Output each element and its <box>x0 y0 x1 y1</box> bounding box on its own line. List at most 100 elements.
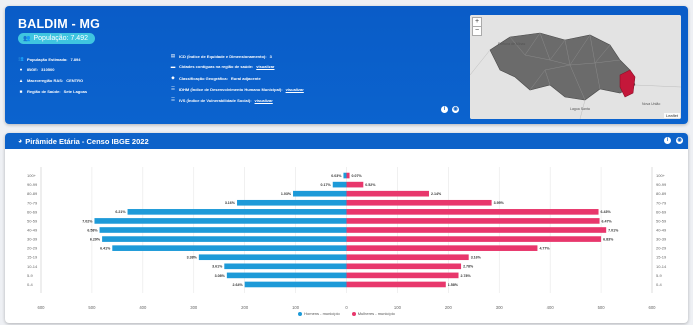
bar-men-label: 3.38% <box>187 256 198 260</box>
municipality-card: BALDIM - MG 👥 População: 7.492 👥 Populaçã… <box>5 6 688 124</box>
y-tick-label-left: 30-39 <box>27 237 38 242</box>
y-tick-label-left: 20-29 <box>27 246 38 251</box>
info-left-row-value: Sete Lagoas <box>63 89 88 94</box>
bar-women-label: 6.83% <box>603 237 614 241</box>
bar-men[interactable] <box>94 218 347 224</box>
map-canvas: Fortuna de Minas Lagoa Santa Nova União <box>470 15 681 119</box>
bar-women[interactable] <box>346 199 492 206</box>
y-tick-label-left: 0-4 <box>27 282 34 287</box>
map-label-a: Fortuna de Minas <box>498 42 525 46</box>
y-tick-label-right: 10-14 <box>656 264 667 269</box>
municipality-map[interactable]: Fortuna de Minas Lagoa Santa Nova União … <box>470 15 681 119</box>
info-right-row-link[interactable]: visualizar <box>286 87 304 92</box>
pyramid-info-icon[interactable]: i <box>664 137 671 144</box>
info-left-row-value: 7.894 <box>70 56 81 62</box>
info-right-row-icon: ☰ <box>170 97 176 102</box>
bar-men[interactable] <box>198 254 347 261</box>
bar-women[interactable] <box>346 272 459 279</box>
map-label-c: Nova União <box>642 102 660 106</box>
bar-women[interactable] <box>346 218 600 224</box>
info-right-row-value: 3 <box>269 53 272 59</box>
bar-men[interactable] <box>226 272 347 279</box>
chart-pie-icon: ◕ <box>18 138 23 145</box>
info-right-row-label: ICD (Índice de Equidade e Dimensionament… <box>179 53 267 59</box>
y-tick-label-right: 90-99 <box>656 182 667 187</box>
y-tick-label-right: 80-89 <box>656 191 667 196</box>
info-left-row-value: CENTRO <box>66 78 84 83</box>
bar-women[interactable] <box>346 254 469 261</box>
y-tick-label-right: 100+ <box>656 173 666 178</box>
y-tick-label-left: 100+ <box>27 173 37 178</box>
y-tick-label-left: 60-69 <box>27 209 38 214</box>
y-tick-label-left: 90-99 <box>27 182 38 187</box>
info-left-row-label: IBGE: <box>27 67 39 72</box>
info-left-row-label: População Estimada: <box>27 56 68 62</box>
pyramid-visibility-icon[interactable]: ◉ <box>676 137 683 144</box>
legend-men-label: Homens - município <box>304 311 340 316</box>
bar-women[interactable] <box>346 181 364 188</box>
bar-women[interactable] <box>346 263 462 270</box>
bar-women[interactable] <box>346 209 599 215</box>
y-tick-label-left: 50-59 <box>27 218 38 223</box>
bar-women[interactable] <box>346 236 602 242</box>
info-right-row: ☰ IVS (Índice de Vulnerabilidade Social):… <box>170 97 273 103</box>
bar-women[interactable] <box>346 227 607 233</box>
bar-men[interactable] <box>127 209 347 215</box>
y-tick-label-left: 80-89 <box>27 191 38 196</box>
legend-men[interactable]: Homens - município <box>298 311 340 316</box>
x-tick-label: 300 <box>496 305 504 309</box>
bar-men[interactable] <box>332 181 347 188</box>
map-zoom-out-button[interactable]: − <box>472 26 482 36</box>
age-pyramid-title: ◕ Pirâmide Etária - Censo IBGE 2022 <box>18 137 149 146</box>
info-icon[interactable]: i <box>441 106 448 113</box>
x-tick-label: 600 <box>38 305 46 309</box>
legend-men-swatch <box>298 311 303 316</box>
population-badge: 👥 População: 7.492 <box>18 33 95 44</box>
info-right-row: ☰ IDHM (Índice de Desenvolvimento Humano … <box>170 86 304 92</box>
info-right-row-icon: ☰ <box>170 86 176 91</box>
bar-women-label: 2.78% <box>461 274 472 278</box>
bar-men[interactable] <box>244 281 347 288</box>
info-left-row: ▲ Macrorregião RAS: CENTRO <box>18 78 83 83</box>
x-tick-label: 300 <box>190 305 198 309</box>
info-right-row-link[interactable]: visualizar <box>256 64 274 69</box>
legend-women[interactable]: Mulheres - município <box>351 311 395 316</box>
bar-men-label: 6.58% <box>87 228 98 232</box>
bar-women[interactable] <box>346 190 429 197</box>
municipality-title: BALDIM - MG <box>18 17 101 31</box>
legend-women-label: Mulheres - município <box>357 311 395 316</box>
bar-men-label: 1.03% <box>281 192 292 196</box>
bar-women-label: 4.77% <box>539 247 550 251</box>
bar-men[interactable] <box>112 245 347 251</box>
bar-women[interactable] <box>346 245 538 251</box>
age-pyramid-header: ◕ Pirâmide Etária - Censo IBGE 2022 i ◉ <box>5 133 688 149</box>
visibility-icon[interactable]: ◉ <box>452 106 459 113</box>
y-tick-label-left: 15-19 <box>27 255 38 260</box>
bar-men-label: 6.41% <box>100 247 111 251</box>
bar-men[interactable] <box>102 236 347 242</box>
bar-men[interactable] <box>343 172 347 179</box>
legend-women-swatch <box>351 311 356 316</box>
bar-men-label: 0.17% <box>321 183 332 187</box>
info-right-row-label: IVS (Índice de Vulnerabilidade Social): <box>179 97 252 103</box>
bar-women-label: 7.01% <box>608 228 619 232</box>
y-tick-label-right: 0-4 <box>656 282 663 287</box>
x-tick-label: 600 <box>649 305 657 309</box>
info-right-row-link[interactable]: visualizar <box>255 98 273 103</box>
bar-men-label: 0.03% <box>331 174 342 178</box>
info-right-row: ▬ Cidades contíguas na região de saúde: vi… <box>170 64 275 69</box>
x-tick-label: 100 <box>292 305 300 309</box>
bar-men[interactable] <box>99 227 347 233</box>
map-attribution[interactable]: Leaflet <box>663 113 680 118</box>
bar-men[interactable] <box>224 263 347 270</box>
bar-women[interactable] <box>346 172 350 179</box>
bar-women[interactable] <box>346 281 446 288</box>
x-tick-label: 400 <box>547 305 555 309</box>
bar-women-label: 2.78% <box>463 265 474 269</box>
bar-men-label: 3.16% <box>225 201 236 205</box>
bar-men[interactable] <box>237 199 347 206</box>
info-left-row-icon: 👥 <box>18 56 24 61</box>
info-left-row-value: 310500 <box>41 67 55 72</box>
bar-men[interactable] <box>293 190 347 197</box>
chart-legend: Homens - município Mulheres - município <box>5 311 688 316</box>
